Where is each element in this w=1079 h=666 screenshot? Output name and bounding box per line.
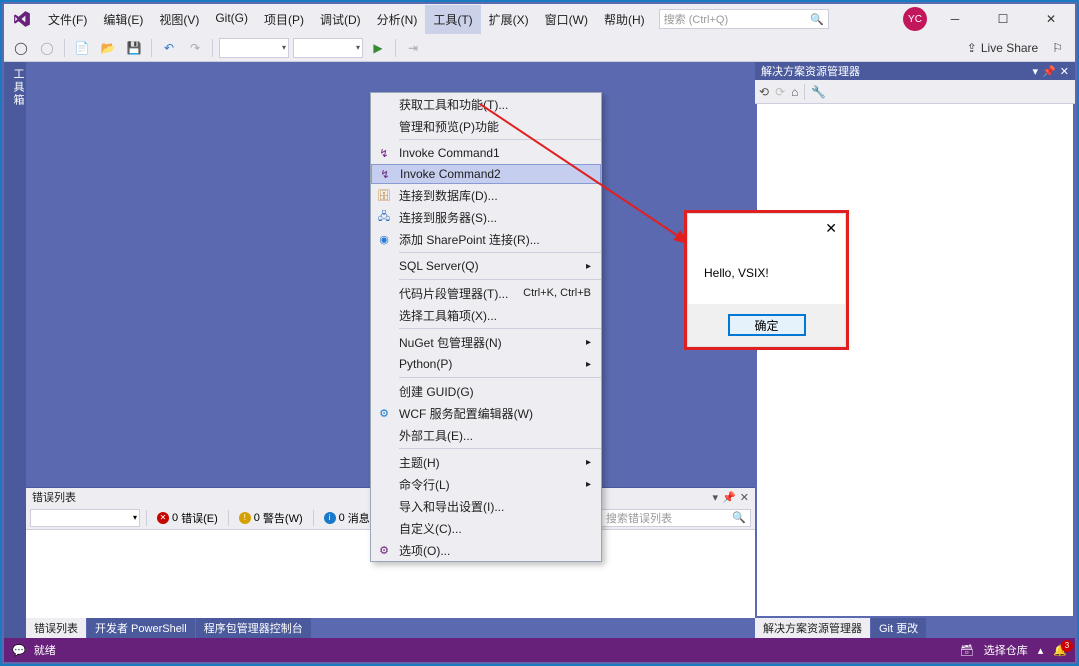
warnings-filter[interactable]: ! 0 警告(W) bbox=[235, 508, 307, 528]
solution-toolbar: ⟲ ⟳ ⌂ 🔧 bbox=[755, 80, 1075, 104]
live-share-label[interactable]: Live Share bbox=[981, 41, 1038, 55]
dialog-close-button[interactable]: ✕ bbox=[825, 220, 837, 237]
tools-dropdown: 获取工具和功能(T)... 管理和预览(P)功能 ↯Invoke Command… bbox=[370, 92, 602, 562]
errors-filter[interactable]: ✕ 0 错误(E) bbox=[153, 508, 222, 528]
search-placeholder: 搜索 (Ctrl+Q) bbox=[664, 11, 728, 27]
close-button[interactable]: ✕ bbox=[1031, 5, 1071, 33]
mi-options[interactable]: ⚙选项(O)... bbox=[371, 539, 601, 561]
menu-window[interactable]: 窗口(W) bbox=[537, 5, 596, 34]
bottom-tabs: 错误列表 开发者 PowerShell 程序包管理器控制台 bbox=[26, 618, 755, 638]
tab-git-changes[interactable]: Git 更改 bbox=[871, 618, 926, 638]
mi-guid[interactable]: 创建 GUID(G) bbox=[371, 380, 601, 402]
menu-git[interactable]: Git(G) bbox=[207, 5, 256, 34]
mi-external[interactable]: 外部工具(E)... bbox=[371, 424, 601, 446]
search-icon: 🔍 bbox=[810, 13, 824, 26]
dropdown-icon[interactable]: ▾ bbox=[1033, 65, 1039, 78]
new-icon[interactable]: 📄 bbox=[71, 37, 93, 59]
mi-connect-db[interactable]: 🗄连接到数据库(D)... bbox=[371, 184, 601, 206]
error-search-input[interactable]: 搜索错误列表🔍 bbox=[601, 509, 751, 527]
mi-python[interactable]: Python(P)▸ bbox=[371, 353, 601, 375]
step-icon[interactable]: ⇥ bbox=[402, 37, 424, 59]
solution-explorer-title: 解决方案资源管理器 bbox=[761, 63, 860, 79]
platform-dropdown[interactable]: ▾ bbox=[293, 38, 363, 58]
dialog-ok-button[interactable]: 确定 bbox=[728, 314, 806, 336]
solution-tree[interactable] bbox=[757, 104, 1073, 616]
menu-project[interactable]: 项目(P) bbox=[256, 5, 312, 34]
feedback-icon[interactable]: 💬 bbox=[12, 644, 26, 657]
error-list-title: 错误列表 bbox=[32, 489, 76, 505]
title-bar: 文件(F) 编辑(E) 视图(V) Git(G) 项目(P) 调试(D) 分析(… bbox=[4, 4, 1075, 34]
bell-icon[interactable]: 🔔3 bbox=[1053, 644, 1067, 657]
pin-icon[interactable]: 📌 bbox=[1042, 65, 1056, 78]
scope-dropdown[interactable]: ▾ bbox=[30, 509, 140, 527]
live-share-icon: ⇪ bbox=[967, 41, 977, 55]
start-icon[interactable]: ▶ bbox=[367, 37, 389, 59]
minimize-button[interactable]: ─ bbox=[935, 5, 975, 33]
mi-add-sharepoint[interactable]: ◉添加 SharePoint 连接(R)... bbox=[371, 228, 601, 250]
nav-back-icon[interactable]: ◯ bbox=[10, 37, 32, 59]
menu-debug[interactable]: 调试(D) bbox=[312, 5, 369, 34]
toolbar: ◯ ◯ 📄 📂 💾 ↶ ↷ ▾ ▾ ▶ ⇥ ⇪ Live Share ⚐ bbox=[4, 34, 1075, 62]
mi-connect-srv[interactable]: 🖧连接到服务器(S)... bbox=[371, 206, 601, 228]
menu-help[interactable]: 帮助(H) bbox=[596, 5, 653, 34]
tab-pkg-console[interactable]: 程序包管理器控制台 bbox=[196, 618, 311, 638]
home-icon[interactable]: ⌂ bbox=[791, 85, 798, 99]
redo-icon[interactable]: ↷ bbox=[184, 37, 206, 59]
status-ready: 就绪 bbox=[34, 642, 56, 658]
search-input[interactable]: 搜索 (Ctrl+Q) 🔍 bbox=[659, 9, 829, 29]
mi-invoke2[interactable]: ↯Invoke Command2 bbox=[371, 164, 601, 184]
mi-wcf[interactable]: ⚙WCF 服务配置编辑器(W) bbox=[371, 402, 601, 424]
mi-import-export[interactable]: 导入和导出设置(I)... bbox=[371, 495, 601, 517]
tab-error-list[interactable]: 错误列表 bbox=[26, 618, 86, 638]
wrench-icon[interactable]: 🔧 bbox=[811, 85, 826, 99]
mi-choose-toolbox[interactable]: 选择工具箱项(X)... bbox=[371, 304, 601, 326]
close-panel-icon[interactable]: ✕ bbox=[1060, 65, 1069, 78]
close-panel-icon[interactable]: ✕ bbox=[740, 491, 749, 504]
feedback-icon[interactable]: ⚐ bbox=[1052, 41, 1063, 55]
back-icon[interactable]: ⟲ bbox=[759, 85, 769, 99]
dropdown-icon[interactable]: ▾ bbox=[713, 491, 719, 504]
nav-fwd-icon[interactable]: ◯ bbox=[36, 37, 58, 59]
main-menu: 文件(F) 编辑(E) 视图(V) Git(G) 项目(P) 调试(D) 分析(… bbox=[40, 5, 653, 34]
menu-file[interactable]: 文件(F) bbox=[40, 5, 95, 34]
mi-cmdline[interactable]: 命令行(L)▸ bbox=[371, 473, 601, 495]
mi-get-tools[interactable]: 获取工具和功能(T)... bbox=[371, 93, 601, 115]
config-dropdown[interactable]: ▾ bbox=[219, 38, 289, 58]
mi-customize[interactable]: 自定义(C)... bbox=[371, 517, 601, 539]
repo-icon[interactable]: 🗃 bbox=[960, 644, 974, 657]
dialog-body: Hello, VSIX! bbox=[688, 242, 845, 304]
message-dialog: ✕ Hello, VSIX! 确定 bbox=[684, 210, 849, 350]
save-icon[interactable]: 💾 bbox=[123, 37, 145, 59]
toolbox-tab[interactable]: 工具箱 bbox=[4, 62, 26, 638]
mi-preview[interactable]: 管理和预览(P)功能 bbox=[371, 115, 601, 137]
mi-invoke1[interactable]: ↯Invoke Command1 bbox=[371, 142, 601, 164]
undo-icon[interactable]: ↶ bbox=[158, 37, 180, 59]
mi-theme[interactable]: 主题(H)▸ bbox=[371, 451, 601, 473]
tab-solution[interactable]: 解决方案资源管理器 bbox=[755, 618, 870, 638]
tab-powershell[interactable]: 开发者 PowerShell bbox=[87, 618, 195, 638]
mi-nuget[interactable]: NuGet 包管理器(N)▸ bbox=[371, 331, 601, 353]
menu-extensions[interactable]: 扩展(X) bbox=[481, 5, 537, 34]
vs-logo-icon bbox=[12, 9, 32, 29]
status-bar: 💬 就绪 🗃 选择仓库 ▴ 🔔3 bbox=[4, 638, 1075, 662]
menu-view[interactable]: 视图(V) bbox=[151, 5, 207, 34]
open-icon[interactable]: 📂 bbox=[97, 37, 119, 59]
mi-sql[interactable]: SQL Server(Q)▸ bbox=[371, 255, 601, 277]
avatar[interactable]: YC bbox=[903, 7, 927, 31]
menu-tools[interactable]: 工具(T) bbox=[425, 5, 480, 34]
repo-label[interactable]: 选择仓库 bbox=[984, 642, 1028, 658]
pin-icon[interactable]: 📌 bbox=[722, 491, 736, 504]
menu-analyze[interactable]: 分析(N) bbox=[369, 5, 426, 34]
menu-edit[interactable]: 编辑(E) bbox=[95, 5, 151, 34]
fwd-icon[interactable]: ⟳ bbox=[775, 85, 785, 99]
maximize-button[interactable]: ☐ bbox=[983, 5, 1023, 33]
mi-snippets[interactable]: 代码片段管理器(T)...Ctrl+K, Ctrl+B bbox=[371, 282, 601, 304]
